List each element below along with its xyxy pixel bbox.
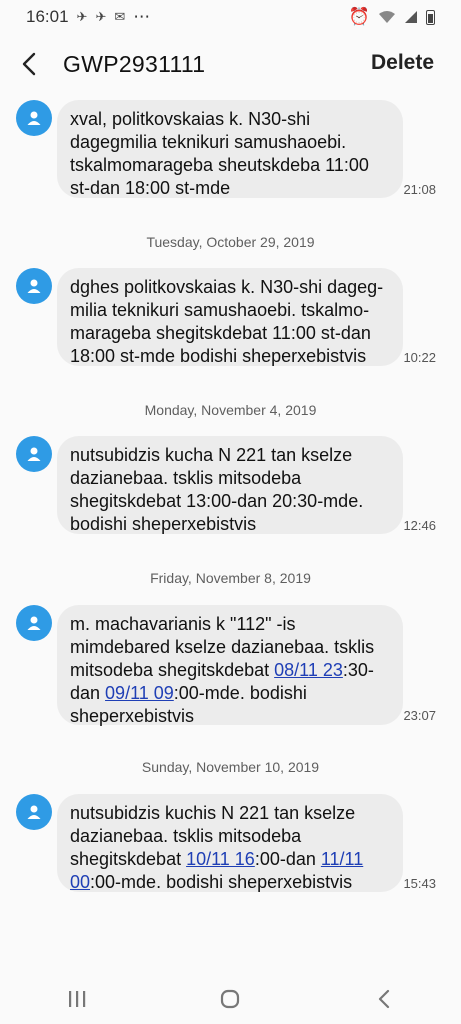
message-text: dghes politkovskaias k. N30-shi dageg-mi… bbox=[70, 277, 384, 366]
contact-avatar-icon bbox=[27, 279, 41, 293]
notification-icon-2: ✈ bbox=[95, 9, 107, 24]
signal-icon bbox=[405, 11, 417, 23]
status-time: 16:01 bbox=[26, 7, 69, 26]
message-time: 23:07 bbox=[403, 708, 436, 723]
date-link[interactable]: 09/11 09 bbox=[105, 683, 174, 703]
contact-avatar[interactable] bbox=[16, 605, 52, 641]
message-text: :00-mde. bodishi sheperxebistvis bbox=[90, 872, 353, 892]
message-text: xval, politkovskaias k. N30-shi dagegmil… bbox=[70, 109, 369, 198]
message-time: 10:22 bbox=[403, 350, 436, 365]
recent-apps-button[interactable] bbox=[47, 979, 107, 1019]
system-nav-bar bbox=[0, 974, 461, 1024]
message-bubble[interactable]: dghes politkovskaias k. N30-shi dageg-mi… bbox=[57, 268, 403, 366]
back-button[interactable] bbox=[14, 46, 44, 82]
date-link[interactable]: 10/11 16 bbox=[186, 849, 255, 869]
date-separator: Sunday, November 10, 2019 bbox=[141, 759, 320, 775]
contact-avatar-icon bbox=[27, 805, 41, 819]
notification-icon: ✈ bbox=[76, 9, 88, 24]
message-bubble[interactable]: nutsubidzis kucha N 221 tan kselze dazia… bbox=[57, 436, 403, 534]
contact-avatar[interactable] bbox=[16, 436, 52, 472]
back-nav-button[interactable] bbox=[354, 979, 414, 1019]
more-notifications-icon: ⋯ bbox=[133, 7, 151, 26]
back-nav-icon bbox=[379, 989, 390, 1009]
message-bubble[interactable]: xval, politkovskaias k. N30-shi dagegmil… bbox=[57, 100, 403, 198]
message-bubble[interactable]: nutsubidzis kuchis N 221 tan kselze dazi… bbox=[57, 794, 403, 892]
mail-icon: ✉ bbox=[114, 9, 126, 24]
contact-avatar-icon bbox=[27, 616, 41, 630]
wifi-icon bbox=[379, 11, 395, 23]
contact-avatar-icon bbox=[27, 447, 41, 461]
message-bubble[interactable]: m. machavarianis k "112" -is mimdebared … bbox=[57, 605, 403, 726]
date-separator: Friday, November 8, 2019 bbox=[150, 570, 311, 586]
conversation-header: GWP2931111 Delete bbox=[0, 40, 461, 90]
contact-avatar-icon bbox=[27, 111, 41, 125]
battery-icon bbox=[426, 9, 435, 25]
message-time: 15:43 bbox=[403, 876, 436, 891]
message-text: nutsubidzis kucha N 221 tan kselze dazia… bbox=[70, 445, 364, 534]
home-icon bbox=[221, 989, 240, 1009]
message-text: :00-dan bbox=[254, 849, 321, 869]
date-separator: Monday, November 4, 2019 bbox=[144, 402, 317, 418]
recent-apps-icon bbox=[68, 991, 86, 1007]
contact-avatar[interactable] bbox=[16, 794, 52, 830]
date-separator: Tuesday, October 29, 2019 bbox=[146, 234, 315, 250]
conversation-title: GWP2931111 bbox=[63, 51, 206, 77]
contact-avatar[interactable] bbox=[16, 100, 52, 136]
delete-button[interactable]: Delete bbox=[371, 51, 434, 75]
home-button[interactable] bbox=[200, 979, 260, 1019]
message-time: 12:46 bbox=[403, 518, 436, 533]
status-bar: 16:01 ✈ ✈ ✉ ⋯ ⏰ bbox=[0, 0, 461, 34]
contact-avatar[interactable] bbox=[16, 268, 52, 304]
back-arrow-icon bbox=[22, 52, 36, 76]
alarm-icon: ⏰ bbox=[348, 7, 370, 26]
message-time: 21:08 bbox=[403, 182, 436, 197]
date-link[interactable]: 08/11 23 bbox=[274, 660, 343, 680]
